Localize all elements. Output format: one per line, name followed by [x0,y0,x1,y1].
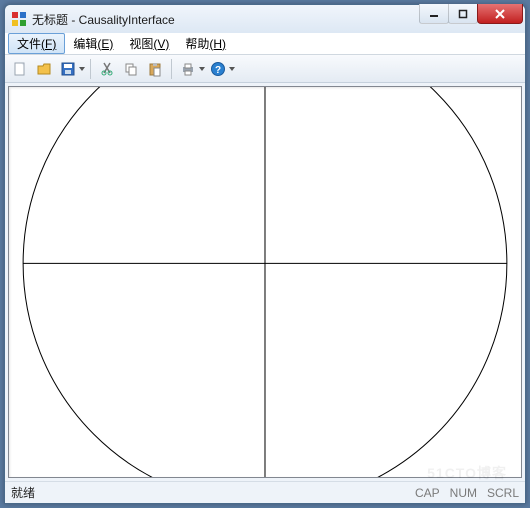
circle-drawing [9,87,521,478]
new-button[interactable] [9,58,31,80]
svg-text:?: ? [215,65,221,76]
status-ready: 就绪 [11,484,35,501]
help-button[interactable]: ? [207,58,229,80]
help-dropdown-icon[interactable] [229,67,235,71]
status-num: NUM [450,486,477,500]
menu-view[interactable]: 视图(V) [121,33,177,54]
paste-button[interactable] [144,58,166,80]
window-title: 无标题 - CausalityInterface [32,11,175,28]
menu-edit[interactable]: 编辑(E) [65,33,121,54]
canvas-area [5,83,525,481]
separator [171,59,172,79]
status-cap: CAP [415,486,440,500]
open-button[interactable] [33,58,55,80]
status-scrl: SCRL [487,486,519,500]
save-button[interactable] [57,58,79,80]
close-button[interactable] [477,4,523,24]
maximize-button[interactable] [448,4,478,24]
save-dropdown-icon[interactable] [79,67,85,71]
print-dropdown-icon[interactable] [199,67,205,71]
drawing-canvas[interactable] [8,86,522,478]
app-icon [11,11,27,27]
menu-file[interactable]: 文件(F) [8,33,65,54]
toolbar: ? [5,55,525,83]
menu-help[interactable]: 帮助(H) [177,33,234,54]
window-controls [420,4,523,24]
app-window: 无标题 - CausalityInterface 文件(F) 编辑(E) 视图(… [4,4,526,504]
titlebar[interactable]: 无标题 - CausalityInterface [5,5,525,33]
menubar: 文件(F) 编辑(E) 视图(V) 帮助(H) [5,33,525,55]
separator [90,59,91,79]
print-button[interactable] [177,58,199,80]
copy-button[interactable] [120,58,142,80]
statusbar: 就绪 CAP NUM SCRL [5,481,525,503]
minimize-button[interactable] [419,4,449,24]
cut-button[interactable] [96,58,118,80]
